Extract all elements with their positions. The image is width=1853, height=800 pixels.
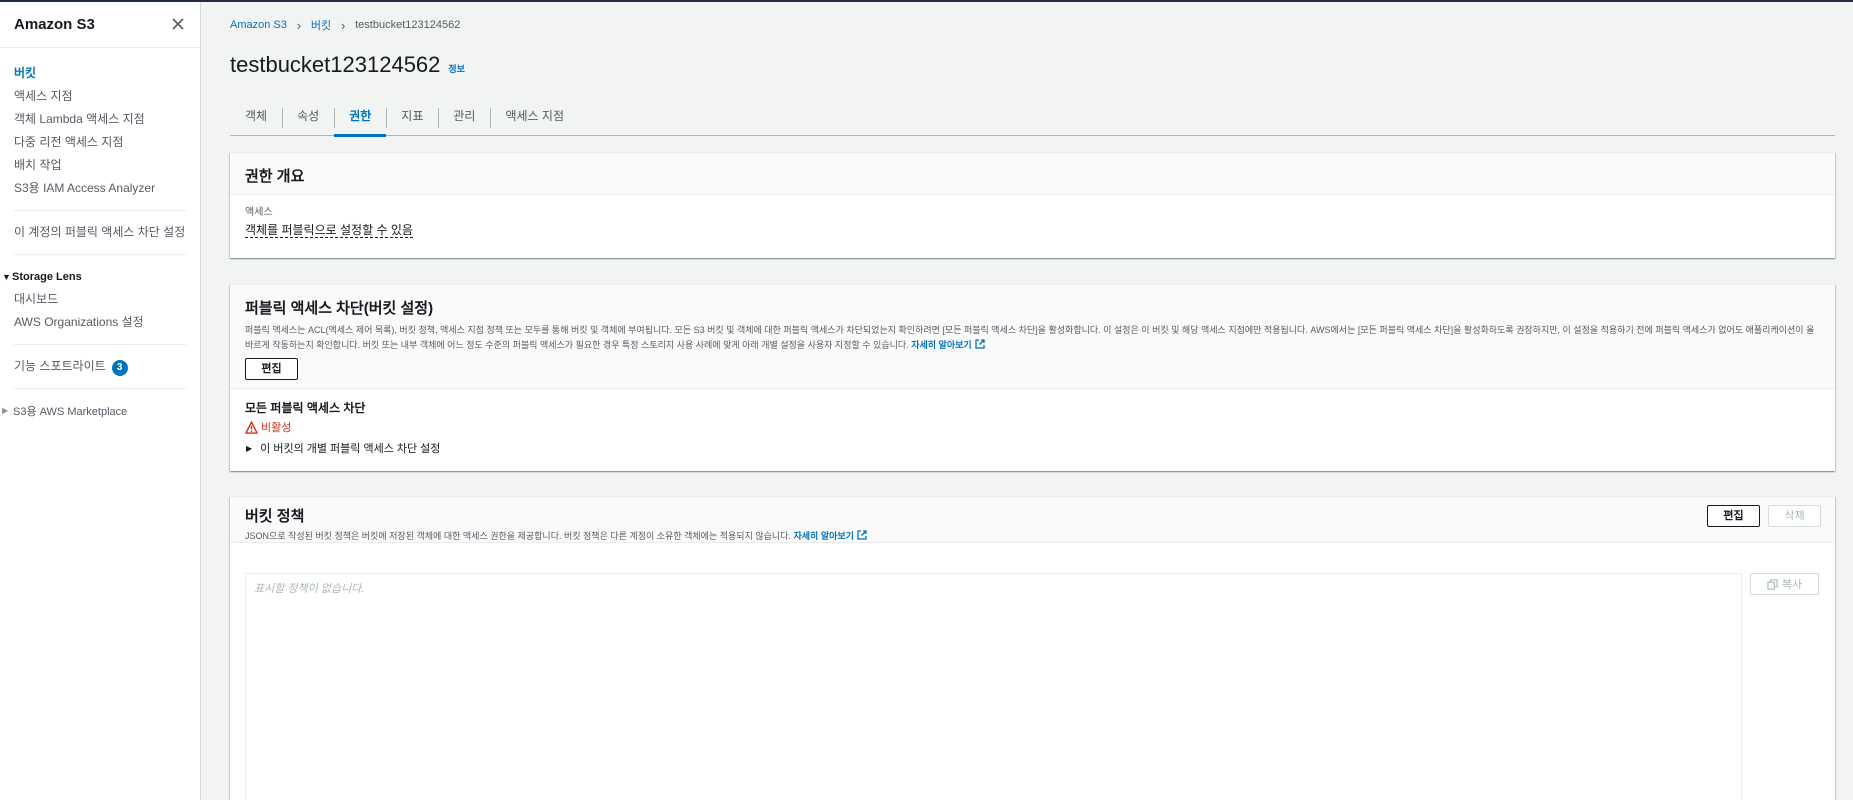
learn-more-link[interactable]: 자세히 알아보기 — [911, 339, 985, 350]
edit-button[interactable]: 편집 — [245, 358, 298, 380]
breadcrumb-home[interactable]: Amazon S3 — [230, 19, 287, 31]
tab-objects[interactable]: 객체 — [230, 100, 282, 136]
sidebar-item-block-public-access[interactable]: 이 계정의 퍼블릭 액세스 차단 설정 — [0, 221, 200, 244]
status-text: 비활성 — [261, 422, 292, 434]
warning-icon — [245, 420, 258, 434]
panel-title: 권한 개요 — [245, 168, 305, 185]
external-link-icon — [975, 339, 985, 349]
tab-permissions[interactable]: 권한 — [334, 100, 387, 137]
sidebar-item-organizations-settings[interactable]: AWS Organizations 설정 — [0, 311, 200, 334]
sidebar-divider — [14, 210, 186, 211]
sidebar-item-object-lambda[interactable]: 객체 Lambda 액세스 지점 — [0, 108, 200, 131]
learn-more-label: 자세히 알아보기 — [793, 531, 854, 541]
block-all-label: 모든 퍼블릭 액세스 차단 — [245, 401, 366, 415]
sidebar-section-label: Storage Lens — [12, 270, 82, 283]
panel-actions: 편집 삭제 — [1707, 505, 1821, 527]
panel-title: 퍼블릭 액세스 차단(버킷 설정) — [245, 300, 434, 317]
permissions-overview-panel: 권한 개요 액세스 객체를 퍼블릭으로 설정할 수 있음 — [230, 152, 1835, 258]
sidebar-divider — [14, 388, 186, 389]
block-public-access-panel: 퍼블릭 액세스 차단(버킷 설정) 퍼블릭 액세스는 ACL(액세스 제어 목록… — [230, 284, 1835, 471]
delete-button[interactable]: 삭제 — [1768, 505, 1821, 527]
sidebar-divider — [14, 254, 186, 255]
sidebar-section-storage-lens[interactable]: ▼ Storage Lens — [0, 265, 200, 288]
status-indicator: 비활성 — [245, 419, 1820, 435]
policy-editor[interactable]: 표시할 정책이 없습니다. — [245, 573, 1742, 800]
sidebar: Amazon S3 버킷 액세스 지점 객체 Lambda 액세스 지점 다중 … — [0, 2, 201, 800]
breadcrumb-buckets[interactable]: 버킷 — [311, 17, 331, 33]
tab-bar: 객체 속성 권한 지표 관리 액세스 지점 — [230, 100, 1835, 137]
tab-properties[interactable]: 속성 — [282, 100, 334, 136]
panel-description: 퍼블릭 액세스는 ACL(액세스 제어 목록), 버킷 정책, 액세스 지점 정… — [245, 323, 1815, 353]
notification-badge: 3 — [111, 360, 128, 376]
page-title: testbucket123124562 — [230, 52, 441, 77]
sidebar-item-marketplace[interactable]: ▶ S3용 AWS Marketplace — [0, 399, 200, 422]
tab-access-points[interactable]: 액세스 지점 — [490, 100, 579, 136]
page-header: testbucket123124562 정보 — [230, 52, 1835, 82]
panel-header: 버킷 정책 JSON으로 작성된 버킷 정책은 버킷에 저장된 객체에 대한 액… — [230, 497, 1835, 543]
close-icon[interactable] — [170, 16, 186, 32]
learn-more-label: 자세히 알아보기 — [911, 340, 972, 350]
sidebar-item-multi-region[interactable]: 다중 리전 액세스 지점 — [0, 131, 200, 154]
sidebar-item-iam-access-analyzer[interactable]: S3용 IAM Access Analyzer — [0, 177, 200, 200]
panel-description: JSON으로 작성된 버킷 정책은 버킷에 저장된 객체에 대한 액세스 권한을… — [245, 529, 1820, 544]
sidebar-item-buckets[interactable]: 버킷 — [0, 62, 200, 85]
expander-label: 이 버킷의 개별 퍼블릭 액세스 차단 설정 — [260, 443, 441, 455]
bucket-policy-panel: 버킷 정책 JSON으로 작성된 버킷 정책은 버킷에 저장된 객체에 대한 액… — [230, 496, 1835, 800]
copy-icon — [1767, 578, 1778, 590]
panel-body: 모든 퍼블릭 액세스 차단 비활성 ▶ 이 버킷의 개별 퍼블릭 액세스 차단 … — [230, 389, 1835, 466]
tab-management[interactable]: 관리 — [438, 100, 490, 136]
chevron-right-icon: › — [296, 17, 302, 33]
learn-more-link[interactable]: 자세히 알아보기 — [793, 530, 867, 541]
info-link[interactable]: 정보 — [448, 62, 465, 75]
external-link-icon — [857, 530, 867, 540]
caret-down-icon: ▼ — [2, 271, 11, 282]
sidebar-title: Amazon S3 — [14, 16, 95, 33]
tab-metrics[interactable]: 지표 — [386, 100, 438, 136]
individual-settings-expander[interactable]: ▶ 이 버킷의 개별 퍼블릭 액세스 차단 설정 — [245, 440, 1820, 456]
policy-placeholder: 표시할 정책이 없습니다. — [254, 583, 365, 595]
description-text: JSON으로 작성된 버킷 정책은 버킷에 저장된 객체에 대한 액세스 권한을… — [245, 531, 791, 541]
caret-right-icon: ▶ — [246, 443, 253, 453]
copy-label: 복사 — [1781, 579, 1803, 591]
sidebar-header: Amazon S3 — [0, 2, 200, 48]
main-content: Amazon S3 › 버킷 › testbucket123124562 tes… — [230, 2, 1835, 800]
breadcrumb-current: testbucket123124562 — [355, 19, 461, 31]
copy-button[interactable]: 복사 — [1750, 573, 1819, 595]
access-label: 액세스 — [245, 207, 273, 218]
sidebar-item-feature-spotlight[interactable]: 기능 스포트라이트 3 — [0, 355, 200, 378]
sidebar-item-access-points[interactable]: 액세스 지점 — [0, 85, 200, 108]
access-value[interactable]: 객체를 퍼블릭으로 설정할 수 있음 — [245, 223, 413, 238]
edit-button[interactable]: 편집 — [1707, 505, 1760, 527]
marketplace-label: S3용 AWS Marketplace — [13, 405, 128, 418]
sidebar-divider — [14, 344, 186, 345]
sidebar-item-dashboards[interactable]: 대시보드 — [0, 288, 200, 311]
panel-header: 퍼블릭 액세스 차단(버킷 설정) 퍼블릭 액세스는 ACL(액세스 제어 목록… — [230, 285, 1835, 389]
feature-spotlight-label: 기능 스포트라이트 — [14, 359, 106, 373]
caret-right-icon: ▶ — [2, 406, 9, 415]
sidebar-item-batch-operations[interactable]: 배치 작업 — [0, 154, 200, 177]
sidebar-nav: 버킷 액세스 지점 객체 Lambda 액세스 지점 다중 리전 액세스 지점 … — [0, 48, 200, 422]
description-text: 퍼블릭 액세스는 ACL(액세스 제어 목록), 버킷 정책, 액세스 지점 정… — [245, 325, 1815, 350]
chevron-right-icon: › — [340, 17, 346, 33]
panel-header: 권한 개요 — [230, 153, 1835, 195]
breadcrumb: Amazon S3 › 버킷 › testbucket123124562 — [230, 14, 1835, 36]
panel-title: 버킷 정책 — [245, 508, 305, 525]
panel-body: 액세스 객체를 퍼블릭으로 설정할 수 있음 — [230, 195, 1835, 246]
